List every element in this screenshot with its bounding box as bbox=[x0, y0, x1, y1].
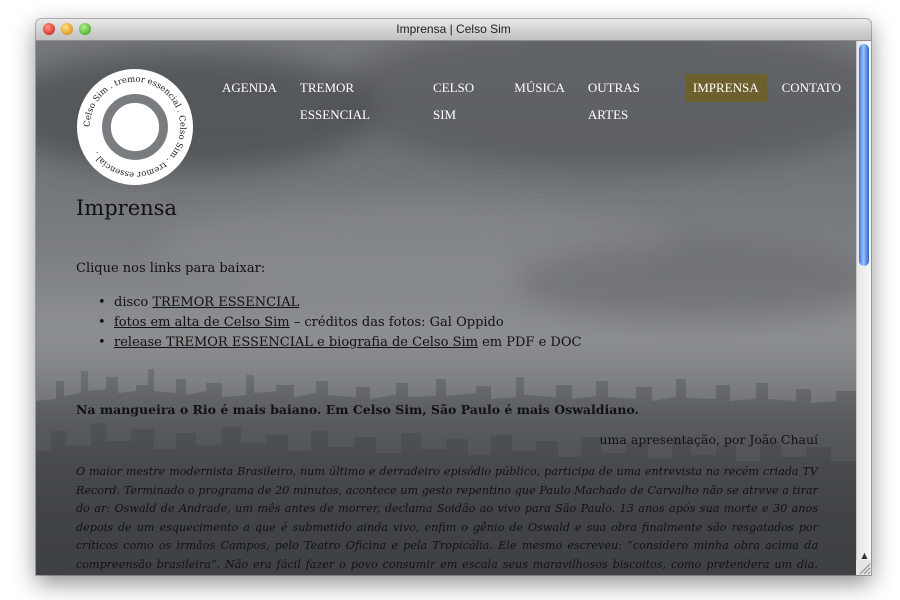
site-logo[interactable]: Celso Sim . tremor essencial . Celso Sim… bbox=[76, 68, 194, 186]
nav-item-musica[interactable]: MÚSICA bbox=[506, 74, 573, 102]
scroll-up-arrow-icon[interactable]: ▲ bbox=[860, 551, 869, 560]
scrollbar-thumb[interactable] bbox=[859, 44, 869, 266]
browser-window: Imprensa | Celso Sim Celso Sim . tremor … bbox=[36, 19, 871, 575]
vertical-scrollbar[interactable]: ▲ ▼ bbox=[856, 41, 871, 575]
intro-text: Clique nos links para baixar: bbox=[76, 261, 266, 276]
nav-item-tremor-essencial[interactable]: TREMOR ESSENCIAL bbox=[292, 74, 418, 122]
list-item: release TREMOR ESSENCIAL e biografia de … bbox=[98, 333, 581, 353]
title-bar: Imprensa | Celso Sim bbox=[36, 19, 871, 41]
article-headline: Na mangueira o Rio é mais baiano. Em Cel… bbox=[76, 402, 639, 417]
download-link-fotos[interactable]: fotos em alta de Celso Sim bbox=[114, 315, 290, 330]
nav-item-agenda[interactable]: AGENDA bbox=[214, 74, 285, 102]
link-suffix: – créditos das fotos: Gal Oppido bbox=[289, 315, 504, 330]
window-title: Imprensa | Celso Sim bbox=[396, 22, 511, 36]
article-byline: uma apresentação, por João Chauí bbox=[599, 432, 819, 447]
page-title: Imprensa bbox=[76, 196, 177, 220]
list-item: disco TREMOR ESSENCIAL bbox=[98, 293, 581, 313]
resize-grip-icon[interactable] bbox=[856, 560, 871, 575]
download-link-tremor-essencial[interactable]: TREMOR ESSENCIAL bbox=[152, 295, 299, 310]
main-navigation: AGENDA TREMOR ESSENCIAL CELSO SIM MÚSICA… bbox=[214, 74, 856, 122]
article-body: O maior mestre modernista Brasileiro, nu… bbox=[76, 465, 818, 571]
nav-item-imprensa[interactable]: IMPRENSA bbox=[684, 74, 767, 102]
nav-item-outras-artes[interactable]: OUTRAS ARTES bbox=[580, 74, 678, 122]
page-content: Celso Sim . tremor essencial . Celso Sim… bbox=[36, 41, 856, 575]
link-suffix: em PDF e DOC bbox=[477, 335, 582, 350]
link-prefix: disco bbox=[114, 295, 153, 310]
nav-item-contato[interactable]: CONTATO bbox=[774, 74, 849, 102]
download-links-list: disco TREMOR ESSENCIAL fotos em alta de … bbox=[98, 293, 581, 353]
list-item: fotos em alta de Celso Sim – créditos da… bbox=[98, 313, 581, 333]
download-link-release[interactable]: release TREMOR ESSENCIAL e biografia de … bbox=[114, 335, 478, 350]
nav-item-celso-sim[interactable]: CELSO SIM bbox=[425, 74, 499, 122]
